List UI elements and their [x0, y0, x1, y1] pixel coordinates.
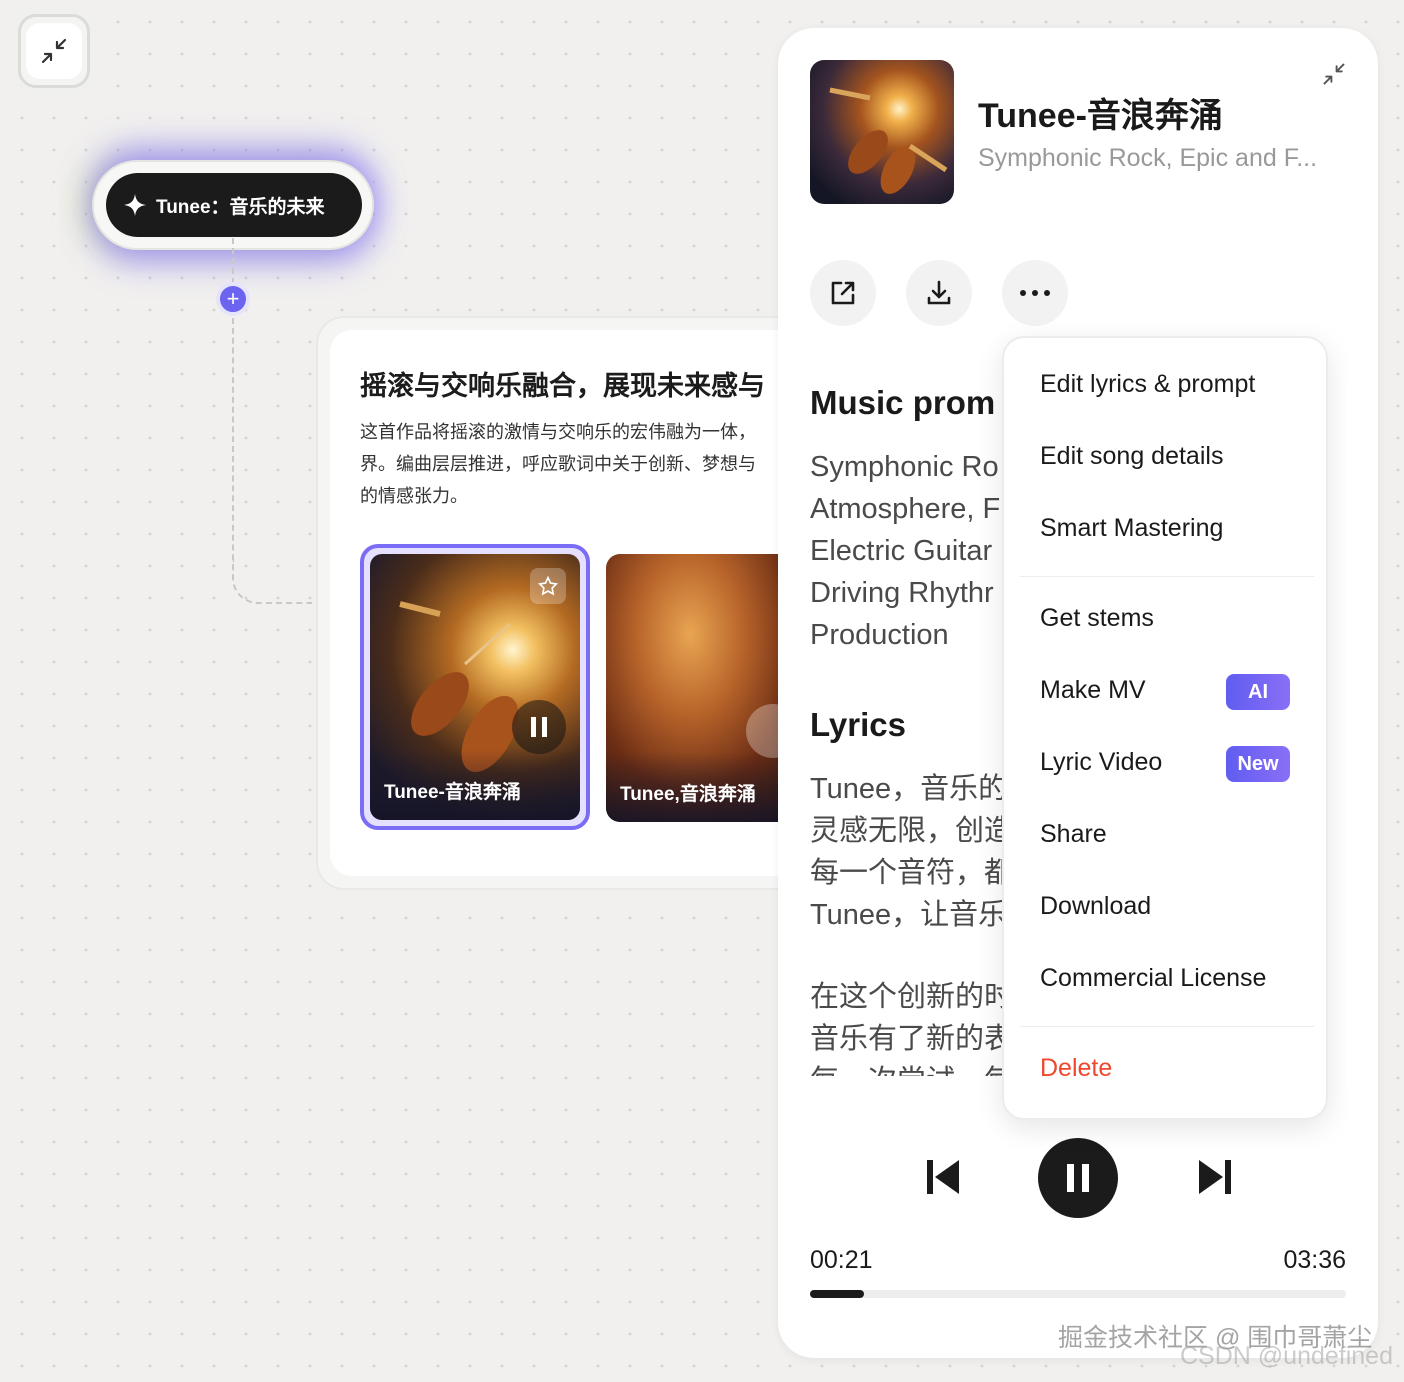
total-time: 03:36 — [1283, 1246, 1346, 1274]
root-node-label: Tunee：音乐的未来 — [156, 196, 325, 218]
collapse-icon — [41, 38, 67, 64]
progress-bar[interactable] — [810, 1290, 1346, 1298]
music-prompt-heading: Music prom — [810, 384, 996, 421]
lyrics-text: 在这个创新的时 音乐有了新的表 每一次尝试，每 — [810, 976, 1013, 1076]
connector-curve — [232, 560, 312, 604]
pause-icon — [1067, 1164, 1089, 1192]
open-external-button[interactable] — [810, 260, 876, 326]
song-tile-cover: Tunee-音浪奔涌 — [370, 554, 580, 820]
favorite-button[interactable] — [530, 568, 566, 604]
pause-button[interactable] — [1038, 1138, 1118, 1218]
tile-pause-button[interactable] — [512, 700, 566, 754]
sparkle-icon — [124, 194, 146, 216]
more-icon — [1020, 290, 1050, 296]
menu-item-lyric-video[interactable]: Lyric Video — [1040, 748, 1162, 777]
tile-label: Tunee-音浪奔涌 — [384, 782, 521, 803]
song-title: Tunee-音浪奔涌 — [978, 97, 1223, 135]
connector-line — [232, 318, 234, 580]
song-card[interactable]: 摇滚与交响乐融合，展现未来感与 这首作品将摇滚的激情与交响乐的宏伟融为一体， 界… — [330, 330, 830, 876]
skip-back-icon — [927, 1160, 959, 1194]
music-prompt-text: Symphonic Ro Atmosphere, F Electric Guit… — [810, 446, 1000, 656]
menu-item-get-stems[interactable]: Get stems — [1040, 604, 1154, 633]
menu-item-edit-lyrics[interactable]: Edit lyrics & prompt — [1040, 370, 1255, 399]
current-time: 00:21 — [810, 1246, 873, 1274]
violin-art — [829, 87, 948, 194]
lyrics-heading: Lyrics — [810, 706, 907, 743]
root-node[interactable]: Tunee：音乐的未来 — [106, 173, 362, 237]
ai-badge: AI — [1226, 674, 1290, 710]
add-node-button[interactable]: + — [216, 282, 250, 316]
tile-label: Tunee,音浪奔涌 — [620, 784, 756, 805]
star-icon — [538, 576, 558, 596]
lyric-line: 每一次尝试，每 — [810, 1060, 1013, 1076]
collapse-canvas-button[interactable] — [18, 14, 90, 88]
more-options-menu: Edit lyrics & prompt Edit song details S… — [1002, 336, 1328, 1120]
menu-item-smart-mastering[interactable]: Smart Mastering — [1040, 514, 1223, 543]
song-tile-selected[interactable]: Tunee-音浪奔涌 — [360, 544, 590, 830]
lyric-line: 音乐有了新的表 — [810, 1023, 1014, 1055]
collapse-panel-button[interactable] — [1318, 58, 1350, 90]
lyric-line: 每一个音符，都 — [810, 857, 1014, 889]
prompt-line: Driving Rhythr — [810, 577, 994, 609]
card-title: 摇滚与交响乐融合，展现未来感与 — [360, 371, 765, 401]
skip-forward-icon — [1199, 1160, 1231, 1194]
pause-icon — [531, 717, 547, 737]
prompt-line: Production — [810, 619, 949, 651]
menu-item-download[interactable]: Download — [1040, 892, 1151, 921]
download-icon — [927, 280, 951, 305]
lyric-line: 灵感无限，创造 — [810, 815, 1014, 847]
next-track-button[interactable] — [1190, 1152, 1240, 1202]
menu-item-share[interactable]: Share — [1040, 820, 1107, 849]
prompt-line: Symphonic Ro — [810, 451, 999, 483]
lyric-line: 在这个创新的时 — [810, 981, 1014, 1013]
card-desc-line: 这首作品将摇滚的激情与交响乐的宏伟融为一体， — [360, 422, 756, 442]
progress-fill — [810, 1290, 864, 1298]
more-options-button[interactable] — [1002, 260, 1068, 326]
card-description: 这首作品将摇滚的激情与交响乐的宏伟融为一体， 界。编曲层层推进，呼应歌词中关于创… — [360, 416, 830, 512]
download-button[interactable] — [906, 260, 972, 326]
new-badge: New — [1226, 746, 1290, 782]
menu-divider — [1020, 576, 1314, 577]
menu-item-make-mv[interactable]: Make MV — [1040, 676, 1146, 705]
prompt-line: Atmosphere, F — [810, 493, 1001, 525]
watermark-text: CSDN @undefined — [1180, 1342, 1393, 1370]
prompt-line: Electric Guitar — [810, 535, 993, 567]
card-desc-line: 界。编曲层层推进，呼应歌词中关于创新、梦想与 — [360, 454, 756, 474]
lyric-line: Tunee，让音乐 — [810, 899, 1008, 931]
menu-item-edit-details[interactable]: Edit song details — [1040, 442, 1223, 471]
external-link-icon — [831, 281, 855, 305]
menu-item-delete[interactable]: Delete — [1040, 1054, 1112, 1083]
collapse-icon — [1323, 63, 1345, 85]
lyrics-text: Tunee，音乐的 灵感无限，创造 每一个音符，都 Tunee，让音乐 — [810, 768, 1013, 936]
album-cover — [810, 60, 954, 204]
menu-item-commercial-license[interactable]: Commercial License — [1040, 964, 1266, 993]
menu-divider — [1020, 1026, 1314, 1027]
song-subtitle: Symphonic Rock, Epic and F... — [978, 144, 1318, 172]
previous-track-button[interactable] — [918, 1152, 968, 1202]
card-desc-line: 的情感张力。 — [360, 486, 468, 506]
lyric-line: Tunee，音乐的 — [810, 773, 1008, 805]
